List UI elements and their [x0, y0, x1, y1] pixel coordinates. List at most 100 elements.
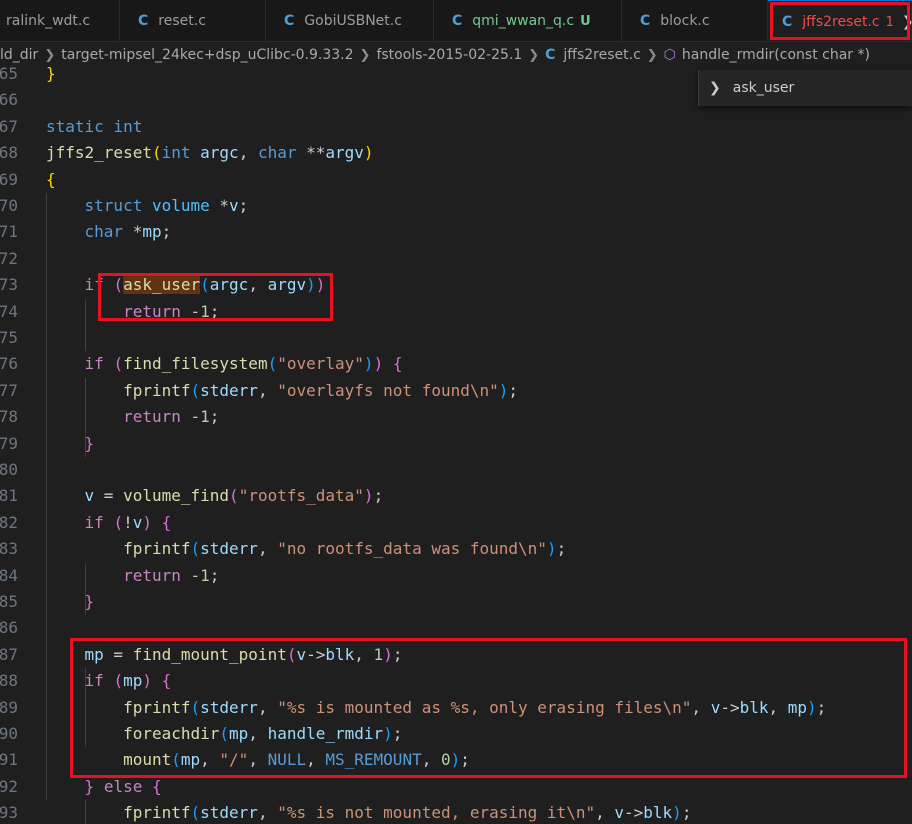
- code-line[interactable]: 81 v = volume_find("rootfs_data");: [0, 483, 912, 509]
- code-token: =: [94, 486, 124, 506]
- code-line[interactable]: 90 foreachdir(mp, handle_rmdir);: [0, 721, 912, 747]
- code-text: }: [46, 431, 95, 457]
- code-line[interactable]: 73 if (ask_user(argc, argv)): [0, 272, 912, 298]
- code-token: ;: [392, 724, 403, 743]
- code-line[interactable]: 82 if (!v) {: [0, 510, 912, 536]
- tab-gobiusbnet[interactable]: C GobiUSBNet.c: [266, 0, 434, 41]
- code-line[interactable]: 68 jffs2_reset(int argc, char **argv): [0, 140, 912, 166]
- line-number: 89: [0, 697, 18, 717]
- code-line[interactable]: 87 mp = find_mount_point(v->blk, 1);: [0, 642, 912, 668]
- code-token: ,: [354, 644, 374, 664]
- code-token: ): [383, 644, 393, 664]
- tab-ralink-wdt[interactable]: ralink_wdt.c: [0, 0, 120, 41]
- line-number: 66: [0, 90, 18, 110]
- code-token: volume_find: [123, 486, 230, 506]
- code-line[interactable]: 77 fprintf(stderr, "overlayfs not found\…: [0, 378, 912, 404]
- tab-label: GobiUSBNet.c: [304, 13, 402, 29]
- code-line[interactable]: 89 fprintf(stderr, "%s is mounted as %s,…: [0, 695, 912, 721]
- line-number: 71: [0, 222, 18, 242]
- code-token: fprintf: [123, 380, 191, 400]
- code-line[interactable]: 84 return -1;: [0, 563, 912, 589]
- line-number: 90: [0, 724, 18, 743]
- problem-count-badge: 1: [885, 14, 894, 30]
- code-text: char *mp;: [46, 219, 172, 245]
- code-token: stderr: [200, 380, 258, 400]
- line-number: 68: [0, 143, 18, 163]
- code-token: ,: [257, 697, 278, 717]
- code-token: (: [190, 539, 201, 559]
- code-token: v: [132, 512, 143, 532]
- code-line[interactable]: 92 } else {: [0, 774, 912, 800]
- code-token: ): [306, 275, 316, 295]
- code-token: (: [219, 724, 230, 743]
- code-line[interactable]: 79 }: [0, 431, 912, 457]
- code-editor[interactable]: 65} 66 67 static int 68 jffs2_reset(int argc,…: [0, 64, 912, 824]
- code-token: {: [392, 354, 403, 374]
- code-line[interactable]: 72: [0, 246, 912, 272]
- code-token: argc: [209, 275, 249, 295]
- code-line[interactable]: 78 return -1;: [0, 404, 912, 430]
- code-token: int: [161, 143, 191, 163]
- code-line[interactable]: 93 fprintf(stderr, "%s is not mounted, e…: [0, 800, 912, 824]
- code-token: ;: [392, 644, 403, 664]
- code-token: }: [84, 776, 95, 796]
- code-line[interactable]: 70 struct volume *v;: [0, 193, 912, 219]
- code-token: ): [383, 724, 393, 743]
- find-input[interactable]: ask_user: [733, 80, 795, 96]
- line-number: 67: [0, 116, 18, 136]
- code-token: ,: [257, 539, 278, 559]
- line-number: 93: [0, 803, 18, 823]
- code-token: char: [257, 143, 297, 163]
- code-line[interactable]: 74 return -1;: [0, 299, 912, 325]
- line-number: 92: [0, 776, 18, 796]
- code-line[interactable]: 91 mount(mp, "/", NULL, MS_REMOUNT, 0);: [0, 747, 912, 773]
- code-text: struct volume *v;: [46, 193, 249, 219]
- c-file-icon: C: [284, 13, 295, 29]
- code-token: if: [84, 671, 104, 691]
- code-line[interactable]: 76 if (find_filesystem("overlay")) {: [0, 351, 912, 377]
- code-text: }: [46, 61, 56, 87]
- code-line[interactable]: 75: [0, 325, 912, 351]
- chevron-right-icon[interactable]: ❯: [709, 80, 721, 96]
- find-widget: ❯ ask_user: [698, 70, 912, 106]
- line-number: 77: [0, 380, 18, 400]
- code-token: ): [672, 803, 682, 823]
- code-text: return -1;: [46, 563, 219, 589]
- code-line[interactable]: 69 {: [0, 167, 912, 193]
- tab-bar: ralink_wdt.c C reset.c C GobiUSBNet.c C …: [0, 0, 912, 42]
- chevron-right-icon[interactable]: ❯: [902, 14, 912, 30]
- tab-label: qmi_wwan_q.c: [472, 13, 575, 29]
- code-line[interactable]: 67 static int: [0, 114, 912, 140]
- tab-block[interactable]: C block.c: [622, 0, 768, 41]
- tab-jffs2reset[interactable]: C jffs2reset.c 1 ❯: [768, 0, 912, 41]
- code-token: handle_rmdir: [267, 724, 384, 743]
- code-token: !: [123, 512, 133, 532]
- code-text: if (!v) {: [46, 510, 172, 536]
- code-line[interactable]: 85 }: [0, 589, 912, 615]
- code-token: mp: [84, 644, 104, 664]
- line-number: 87: [0, 644, 18, 664]
- code-line[interactable]: 71 char *mp;: [0, 219, 912, 245]
- line-number: 73: [0, 275, 18, 295]
- tab-reset[interactable]: C reset.c: [120, 0, 266, 41]
- code-token: ->: [720, 697, 740, 717]
- code-line[interactable]: 83 fprintf(stderr, "no rootfs_data was f…: [0, 536, 912, 562]
- code-token: "rootfs_data": [238, 486, 364, 506]
- code-token: if: [84, 512, 104, 532]
- code-line[interactable]: 80: [0, 457, 912, 483]
- code-token: ,: [248, 750, 268, 770]
- code-line[interactable]: 88 if (mp) {: [0, 668, 912, 694]
- line-number: 82: [0, 512, 18, 532]
- code-token: 1: [373, 644, 384, 664]
- code-line[interactable]: 86: [0, 615, 912, 641]
- code-token: argv: [267, 275, 307, 295]
- code-token: ,: [248, 275, 268, 295]
- tab-qmi-wwan-q[interactable]: C qmi_wwan_q.c U: [434, 0, 622, 41]
- c-file-icon: C: [640, 13, 651, 29]
